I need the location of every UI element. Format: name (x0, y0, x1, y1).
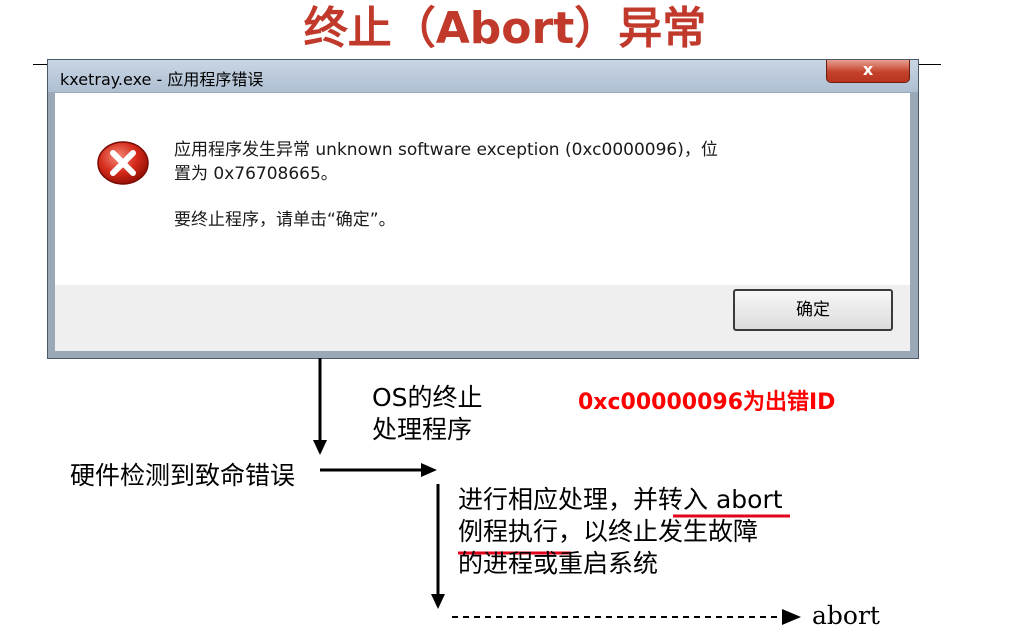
arrowhead-down-end (431, 594, 445, 609)
error-id-note: 0xc00000096为出错ID (578, 390, 836, 415)
os-handler-line2: 处理程序 (372, 415, 473, 444)
process-line-1a: 进行相应处理，并 (458, 485, 659, 514)
process-description: 进行相应处理，并转入 abort 例程执行，以终止发生故障 的进程或重启系统 (458, 484, 783, 580)
abort-end-label: abort (812, 601, 880, 630)
process-line-1: 进行相应处理，并转入 abort (458, 484, 783, 516)
hardware-detect-label: 硬件检测到致命错误 (70, 461, 296, 490)
os-handler-line1: OS的终止 (372, 383, 483, 412)
process-line-3: 的进程或重启系统 (458, 549, 659, 578)
arrowhead-down-hardware (313, 440, 327, 455)
arrowhead-right-abort (782, 609, 801, 625)
process-line-2: 例程执行，以终止发生故障 (458, 516, 783, 548)
arrowhead-right-os (421, 463, 437, 477)
process-line-1b: 转入 abort (658, 485, 783, 514)
os-handler-label: OS的终止 处理程序 (372, 382, 483, 446)
process-line-2b: ，以终止发生故障 (558, 517, 759, 546)
process-line-2a: 例程执行 (458, 517, 559, 546)
